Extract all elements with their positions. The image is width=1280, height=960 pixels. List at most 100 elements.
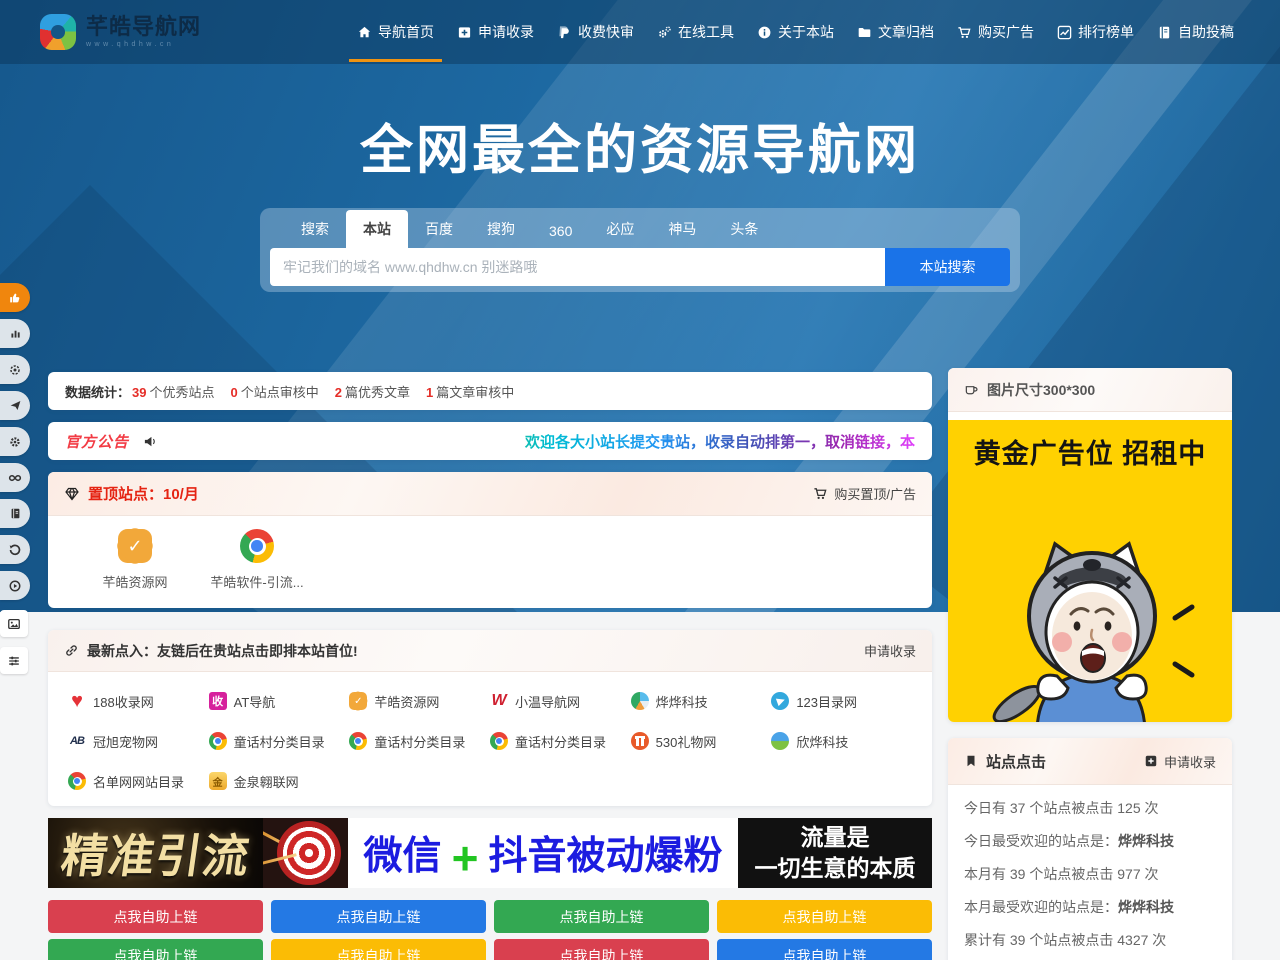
tab-engine-sogou[interactable]: 搜狗 bbox=[470, 210, 532, 248]
link-item[interactable]: 188收录网 bbox=[68, 681, 209, 721]
ad-banner-dartboard[interactable] bbox=[263, 818, 348, 888]
infinity-icon[interactable] bbox=[0, 463, 30, 492]
link-item[interactable]: 烨烨科技 bbox=[631, 681, 772, 721]
click-stat-line: 今日有 37 个站点被点击 125 次 bbox=[964, 798, 1216, 818]
cart-icon bbox=[813, 486, 828, 501]
link-item[interactable]: 530礼物网 bbox=[631, 721, 772, 761]
link-item[interactable]: 童话村分类目录 bbox=[209, 721, 350, 761]
gear-outline-icon[interactable] bbox=[0, 355, 30, 384]
nav-item-home[interactable]: 导航首页 bbox=[357, 0, 434, 64]
latest-links-card: 最新点入：友链后在贵站点击即排本站首位! 申请收录 188收录网 AT导航 芊皓… bbox=[48, 630, 932, 806]
nav-item-rankings[interactable]: 排行榜单 bbox=[1057, 0, 1134, 64]
link-item[interactable]: 小温导航网 bbox=[490, 681, 631, 721]
home-icon bbox=[357, 25, 372, 40]
link-item[interactable]: 芊皓资源网 bbox=[349, 681, 490, 721]
nav-item-archive[interactable]: 文章归档 bbox=[857, 0, 934, 64]
link-item[interactable]: 冠旭宠物网 bbox=[68, 721, 209, 761]
tab-engine-toutiao[interactable]: 头条 bbox=[713, 210, 775, 248]
self-link-button[interactable]: 点我自助上链 bbox=[48, 900, 263, 933]
tab-engine-360[interactable]: 360 bbox=[532, 214, 589, 248]
ad-banner-traffic[interactable]: 精准引流 bbox=[48, 818, 263, 888]
ad-size-label: 图片尺寸300*300 bbox=[987, 380, 1095, 400]
paper-plane-icon[interactable] bbox=[0, 391, 30, 420]
link-item[interactable]: 金泉翱联网 bbox=[209, 761, 350, 801]
buy-pinned-link[interactable]: 购买置顶/广告 bbox=[813, 484, 916, 503]
chrome-icon bbox=[209, 732, 227, 750]
nav-item-apply[interactable]: 申请收录 bbox=[457, 0, 534, 64]
self-link-button[interactable]: 点我自助上链 bbox=[717, 939, 932, 960]
tab-engine-bing[interactable]: 必应 bbox=[589, 210, 651, 248]
nav-item-submit[interactable]: 自助投稿 bbox=[1157, 0, 1234, 64]
play-circle-icon[interactable] bbox=[0, 571, 30, 600]
undo-icon[interactable] bbox=[0, 535, 30, 564]
sidebar-ad-card: 图片尺寸300*300 黄金广告位 招租中 bbox=[948, 368, 1232, 722]
chart-icon bbox=[1057, 25, 1072, 40]
site-name: 芊皓导航网 bbox=[86, 15, 201, 38]
self-link-button[interactable]: 点我自助上链 bbox=[494, 939, 709, 960]
paypal-icon bbox=[557, 25, 572, 40]
tab-engine-shenma[interactable]: 神马 bbox=[651, 210, 713, 248]
ad-banner-slogan[interactable]: 流量是 一切生意的本质 bbox=[738, 818, 932, 888]
pinned-site[interactable]: 芊皓资源网 bbox=[74, 529, 196, 591]
gear-icon[interactable] bbox=[0, 427, 30, 456]
pinned-sites-card: 置顶站点：10/月 购买置顶/广告 芊皓资源网 芊皓软件-引流... bbox=[48, 472, 932, 608]
search-panel: 搜索 本站 百度 搜狗 360 必应 神马 头条 本站搜索 bbox=[260, 208, 1020, 292]
site-logo[interactable]: 芊皓导航网 www.qhdhw.cn bbox=[40, 14, 201, 50]
ad-title: 黄金广告位 招租中 bbox=[948, 432, 1232, 471]
self-link-button[interactable]: 点我自助上链 bbox=[271, 900, 486, 933]
sliders-icon[interactable] bbox=[0, 647, 28, 674]
nav-item-tools[interactable]: 在线工具 bbox=[657, 0, 734, 64]
badge-check-icon bbox=[349, 692, 367, 710]
site-domain: www.qhdhw.cn bbox=[86, 41, 201, 48]
nav-item-paid-review[interactable]: 收费快审 bbox=[557, 0, 634, 64]
click-stat-line: 本月最受欢迎的站点是：烨烨科技 bbox=[964, 897, 1216, 917]
image-search-icon[interactable] bbox=[0, 610, 28, 637]
stat-item: 2篇优秀文章 bbox=[335, 382, 410, 401]
pinned-title: 置顶站点：10/月 bbox=[88, 483, 199, 504]
link-item[interactable]: AT导航 bbox=[209, 681, 350, 721]
shou-badge-icon bbox=[209, 692, 227, 710]
link-item[interactable]: 童话村分类目录 bbox=[349, 721, 490, 761]
search-input[interactable] bbox=[270, 248, 885, 286]
stats-bar: 数据统计： 39个优秀站点 0个站点审核中 2篇优秀文章 1篇文章审核中 bbox=[48, 372, 932, 410]
page-title: 全网最全的资源导航网 bbox=[0, 108, 1280, 184]
link-item[interactable]: 名单网网站目录 bbox=[68, 761, 209, 801]
nav-item-buy-ads[interactable]: 购买广告 bbox=[957, 0, 1034, 64]
gold-ad-banner[interactable]: 黄金广告位 招租中 bbox=[948, 420, 1232, 722]
self-link-button[interactable]: 点我自助上链 bbox=[494, 900, 709, 933]
chrome-icon bbox=[68, 772, 86, 790]
apply-link[interactable]: 申请收录 bbox=[1144, 752, 1216, 771]
link-item[interactable]: 童话村分类目录 bbox=[490, 721, 631, 761]
chrome-icon bbox=[490, 732, 508, 750]
self-link-buttons: 点我自助上链 点我自助上链 点我自助上链 点我自助上链 点我自助上链 点我自助上… bbox=[48, 900, 932, 960]
badge-check-icon bbox=[118, 529, 152, 563]
tab-engine-baidu[interactable]: 百度 bbox=[408, 210, 470, 248]
thumbs-up-icon[interactable] bbox=[0, 283, 30, 312]
telegram-icon bbox=[771, 692, 789, 710]
nav-item-about[interactable]: 关于本站 bbox=[757, 0, 834, 64]
latest-title: 最新点入：友链后在贵站点击即排本站首位! bbox=[87, 641, 358, 661]
announcement-marquee: 欢迎各大小站长提交贵站，收录自动排第一，取消链接，本 bbox=[158, 431, 915, 452]
dartboard-icon bbox=[277, 821, 341, 885]
pinned-site[interactable]: 芊皓软件-引流... bbox=[196, 529, 318, 591]
navbar: 芊皓导航网 www.qhdhw.cn 导航首页 申请收录 收费快审 在线工具 关… bbox=[0, 0, 1280, 64]
bar-chart-icon[interactable] bbox=[0, 319, 30, 348]
link-item[interactable]: 123目录网 bbox=[771, 681, 912, 721]
cart-icon bbox=[957, 25, 972, 40]
chrome-icon bbox=[349, 732, 367, 750]
gift-icon bbox=[631, 732, 649, 750]
bookmark-icon bbox=[964, 754, 978, 768]
ad-banner-wechat-douyin[interactable]: 微信 + 抖音被动爆粉 bbox=[348, 818, 738, 888]
apply-link[interactable]: 申请收录 bbox=[864, 641, 916, 660]
tab-engine-local[interactable]: 本站 bbox=[346, 210, 408, 248]
link-item[interactable]: 欣烨科技 bbox=[771, 721, 912, 761]
search-button[interactable]: 本站搜索 bbox=[885, 248, 1010, 286]
folder-icon bbox=[857, 25, 872, 40]
ab-logo-icon bbox=[68, 732, 86, 750]
clicks-title: 站点点击 bbox=[986, 751, 1046, 772]
self-link-button[interactable]: 点我自助上链 bbox=[271, 939, 486, 960]
self-link-button[interactable]: 点我自助上链 bbox=[717, 900, 932, 933]
address-book-icon[interactable] bbox=[0, 499, 30, 528]
self-link-button[interactable]: 点我自助上链 bbox=[48, 939, 263, 960]
plus-square-icon bbox=[1144, 754, 1158, 768]
